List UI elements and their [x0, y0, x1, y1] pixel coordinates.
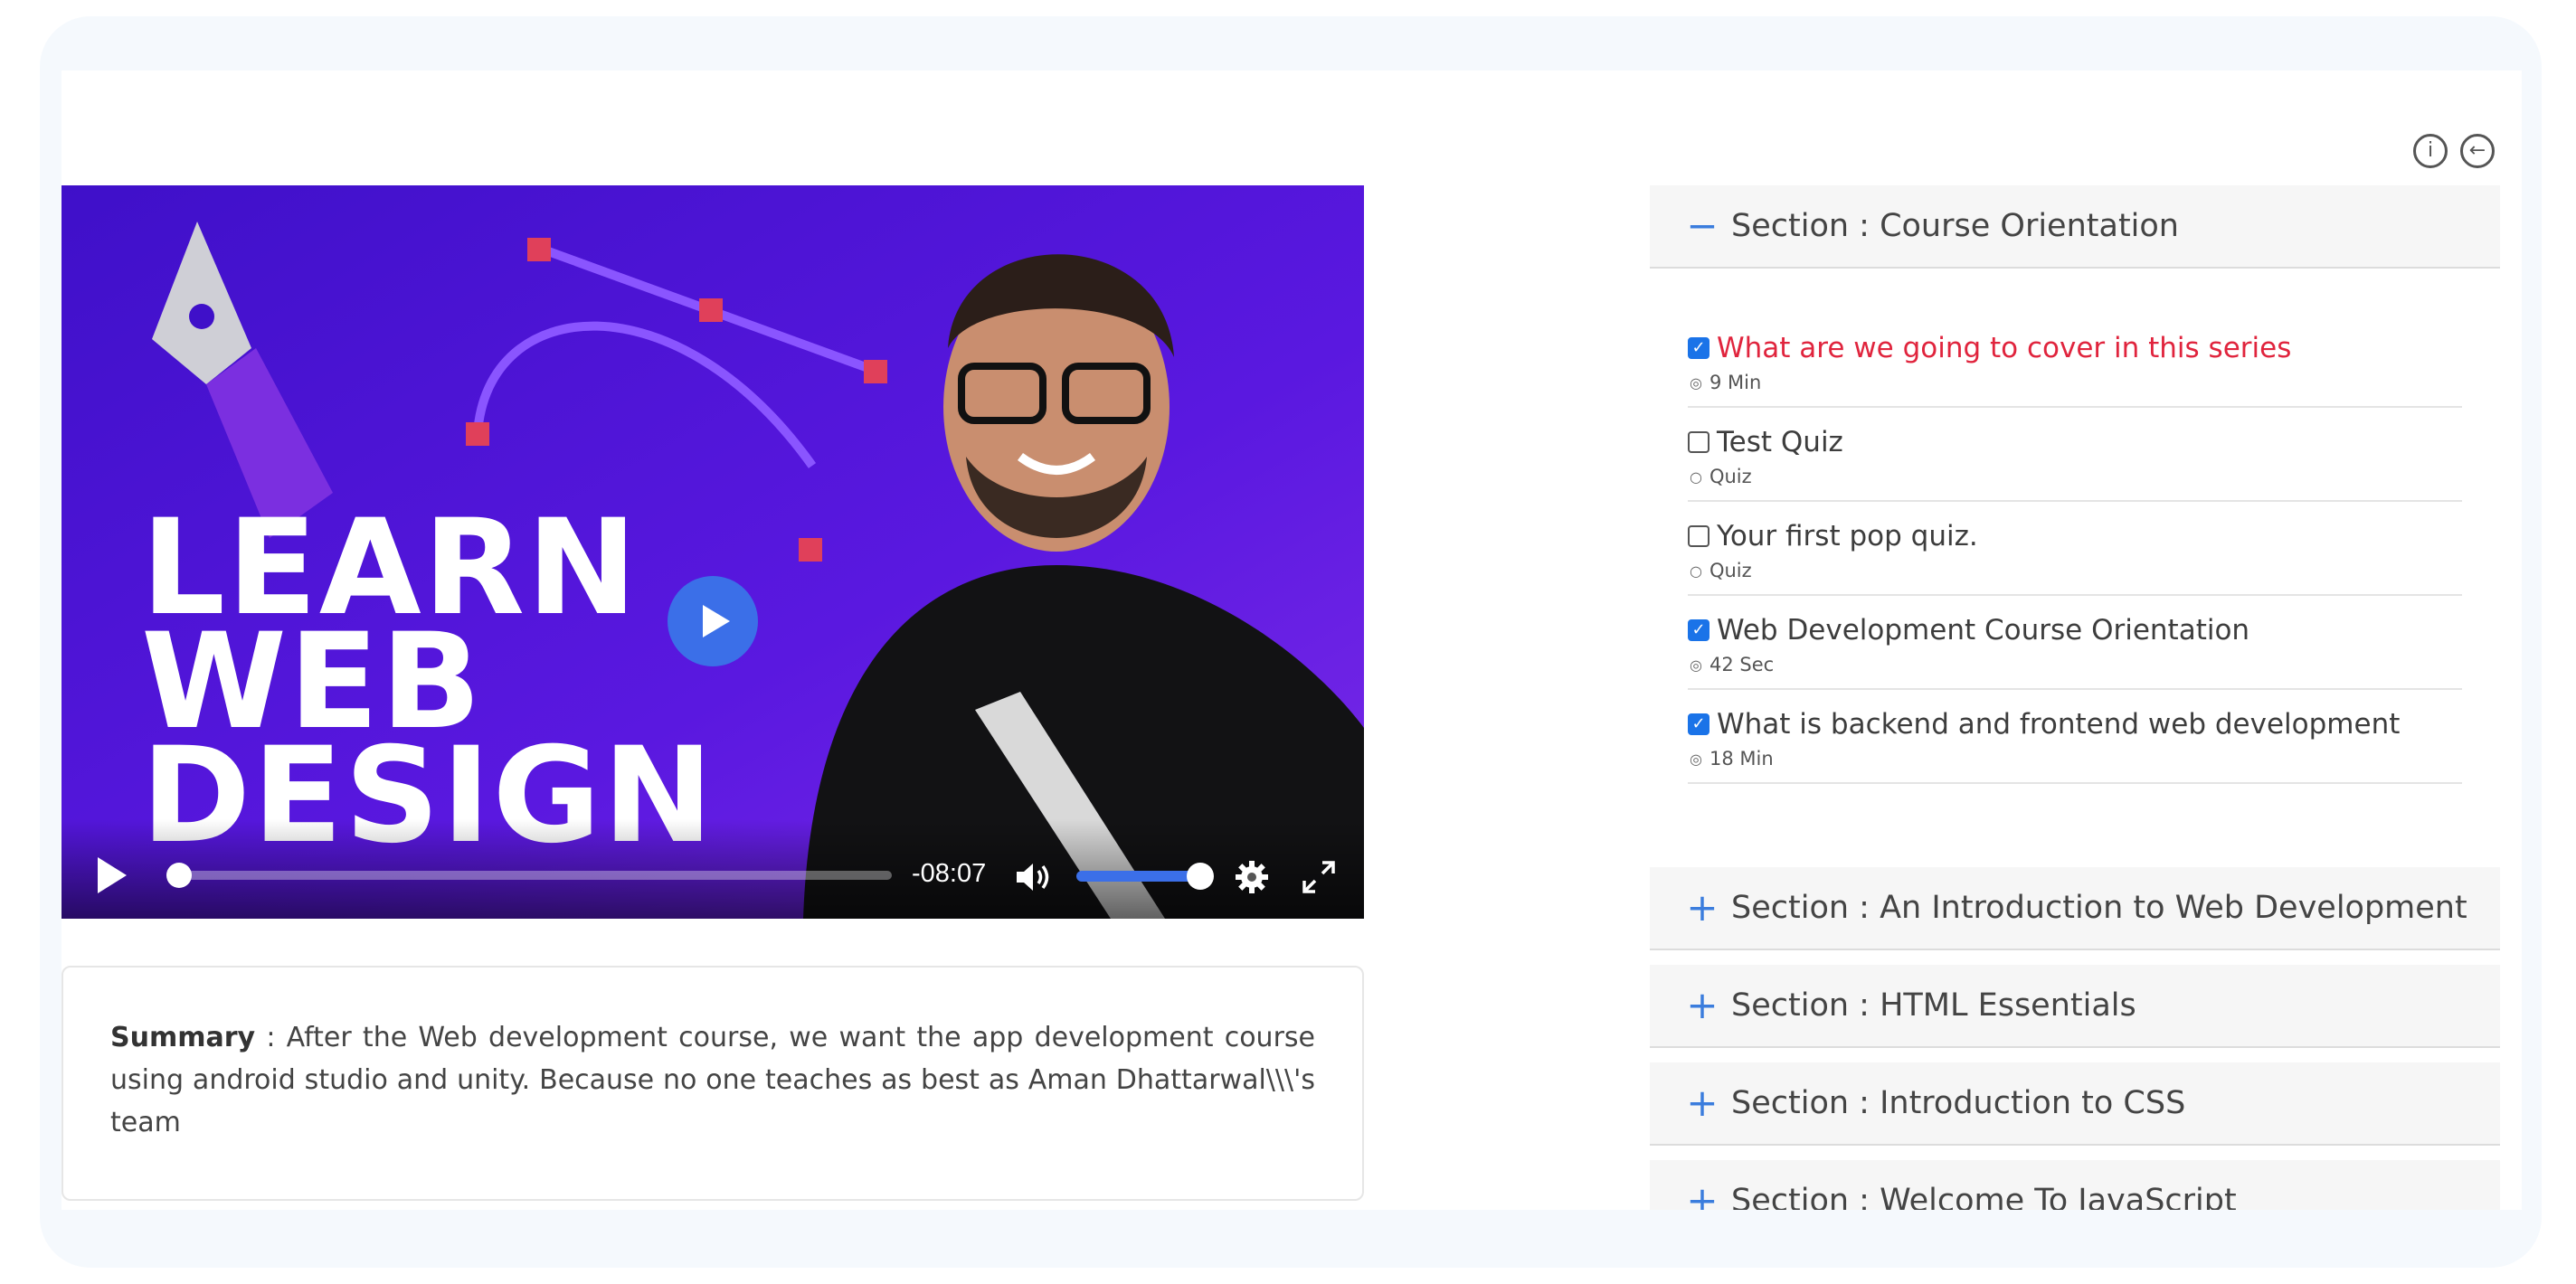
back-arrow-icon[interactable]: ←: [2460, 134, 2495, 168]
lesson-title[interactable]: What is backend and frontend web develop…: [1717, 708, 2400, 741]
summary-text: : After the Web development course, we w…: [110, 1022, 1315, 1138]
lesson-line: Your first pop quiz.: [1688, 520, 2462, 552]
section-intro-css[interactable]: + Section : Introduction to CSS: [1650, 1062, 2500, 1146]
summary-label: Summary: [110, 1022, 256, 1053]
lesson-item[interactable]: What is backend and frontend web develop…: [1688, 690, 2462, 784]
progress-knob[interactable]: [166, 863, 192, 888]
lesson-item[interactable]: What are we going to cover in this serie…: [1688, 314, 2462, 408]
section-title: Section : An Introduction to Web Develop…: [1731, 890, 2467, 926]
lesson-duration: Quiz: [1709, 466, 1752, 487]
section-title: Section : Welcome To JavaScript: [1731, 1183, 2237, 1210]
quiz-icon: ○: [1690, 467, 1702, 486]
lesson-meta: ◎ 18 Min: [1690, 748, 2462, 769]
summary-box: Summary : After the Web development cour…: [62, 966, 1364, 1201]
course-sections: − Section : Course Orientation What are …: [1650, 185, 2500, 1210]
section-title: Section : Introduction to CSS: [1731, 1085, 2186, 1121]
expand-icon: +: [1686, 983, 1719, 1027]
lesson-line: Test Quiz: [1688, 426, 2462, 458]
section-intro-web-dev[interactable]: + Section : An Introduction to Web Devel…: [1650, 867, 2500, 950]
lesson-title[interactable]: What are we going to cover in this serie…: [1717, 332, 2291, 364]
section-title: Section : Course Orientation: [1731, 208, 2179, 244]
lesson-meta: ◎ 9 Min: [1690, 372, 2462, 393]
top-icons: i ←: [2413, 134, 2495, 168]
lesson-checkbox[interactable]: [1688, 713, 1709, 735]
expand-icon: +: [1686, 1178, 1719, 1211]
section-welcome-javascript[interactable]: + Section : Welcome To JavaScript: [1650, 1160, 2500, 1210]
duration-icon: ◎: [1690, 750, 1702, 768]
lesson-duration: 42 Sec: [1709, 654, 1775, 675]
progress-bar[interactable]: [166, 863, 892, 888]
section-title: Section : HTML Essentials: [1731, 987, 2136, 1024]
lesson-checkbox[interactable]: [1688, 431, 1709, 453]
lesson-item[interactable]: Your first pop quiz. ○ Quiz: [1688, 502, 2462, 596]
thumbnail-title: LEARN WEB DESIGN: [141, 491, 715, 873]
section-course-orientation[interactable]: − Section : Course Orientation: [1650, 185, 2500, 269]
volume-icon[interactable]: [1015, 859, 1053, 895]
lesson-line: Web Development Course Orientation: [1688, 614, 2462, 647]
time-remaining: -08:07: [912, 859, 987, 888]
lesson-checkbox[interactable]: [1688, 337, 1709, 359]
lesson-meta: ○ Quiz: [1690, 560, 2462, 581]
fullscreen-icon[interactable]: [1301, 859, 1337, 895]
section-html-essentials[interactable]: + Section : HTML Essentials: [1650, 965, 2500, 1048]
lesson-line: What is backend and frontend web develop…: [1688, 708, 2462, 741]
big-play-button[interactable]: [668, 576, 758, 666]
lesson-list: What are we going to cover in this serie…: [1650, 269, 2500, 820]
course-player-panel: i ← LEARN WEB DESIGN -08:07 Summary: Af…: [62, 71, 2522, 1210]
info-icon[interactable]: i: [2413, 134, 2448, 168]
lesson-line: What are we going to cover in this serie…: [1688, 332, 2462, 364]
quiz-icon: ○: [1690, 562, 1702, 580]
expand-icon: +: [1686, 1081, 1719, 1125]
volume-slider[interactable]: [1076, 863, 1214, 890]
lesson-title[interactable]: Your first pop quiz.: [1717, 520, 1978, 552]
lesson-duration: Quiz: [1709, 560, 1752, 581]
lesson-item[interactable]: Test Quiz ○ Quiz: [1688, 408, 2462, 502]
collapse-icon: −: [1686, 203, 1719, 248]
expand-icon: +: [1686, 885, 1719, 930]
play-icon[interactable]: [98, 857, 127, 893]
lesson-meta: ○ Quiz: [1690, 466, 2462, 487]
volume-knob[interactable]: [1187, 863, 1214, 890]
duration-icon: ◎: [1690, 373, 1702, 392]
duration-icon: ◎: [1690, 656, 1702, 674]
video-player[interactable]: LEARN WEB DESIGN -08:07: [62, 185, 1364, 919]
lesson-checkbox[interactable]: [1688, 619, 1709, 641]
settings-gear-icon[interactable]: [1234, 859, 1270, 895]
lesson-checkbox[interactable]: [1688, 525, 1709, 547]
lesson-title[interactable]: Web Development Course Orientation: [1717, 614, 2249, 647]
lesson-duration: 18 Min: [1709, 748, 1774, 769]
video-controls: -08:07: [62, 819, 1364, 919]
lesson-title[interactable]: Test Quiz: [1717, 426, 1843, 458]
lesson-meta: ◎ 42 Sec: [1690, 654, 2462, 675]
lesson-duration: 9 Min: [1709, 372, 1762, 393]
lesson-item[interactable]: Web Development Course Orientation ◎ 42 Se…: [1688, 596, 2462, 690]
